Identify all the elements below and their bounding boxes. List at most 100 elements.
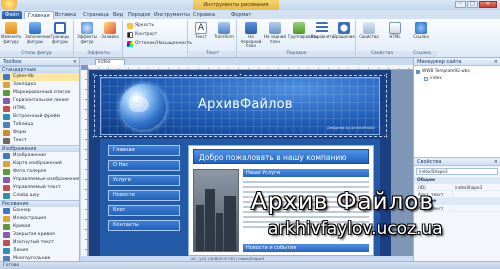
text-icon: A <box>195 22 207 34</box>
maximize-button[interactable]: □ <box>467 1 478 8</box>
minimize-button[interactable]: – <box>455 1 466 8</box>
tab-arrange[interactable]: Порядок <box>125 11 154 19</box>
tree-item-project[interactable]: WWB Template92.wbs <box>414 68 500 75</box>
site-menu-item[interactable]: Услуги <box>108 175 180 186</box>
toolbox-item[interactable]: Управляемый текст <box>0 184 79 192</box>
tab-format[interactable]: Формат <box>228 11 254 19</box>
transform-icon <box>218 22 230 34</box>
tool-icon <box>3 161 10 167</box>
site-header-banner[interactable]: АрхивФайлов Designed by ArchiveFailov <box>100 77 380 135</box>
bring-front-button[interactable]: На передний план <box>240 22 262 50</box>
toolbox-item[interactable]: Изогнутый текст <box>0 239 79 247</box>
toolbox-item-label: Баннер <box>13 208 31 213</box>
brightness-button[interactable]: Яркость <box>126 22 154 30</box>
toolbox-item[interactable]: Иллюстрация <box>0 215 79 223</box>
toolbox-item[interactable]: Форм <box>0 129 79 137</box>
rotate-button[interactable]: Вращение <box>333 22 355 50</box>
ribbon-tabs: Файл Главная Вставка Страница Вид Порядо… <box>0 10 500 19</box>
tab-page[interactable]: Страница <box>80 11 112 19</box>
text-button[interactable]: A Текст <box>191 22 211 50</box>
hue-saturation-button[interactable]: Оттенок/Насыщенность <box>126 40 192 48</box>
site-menu-item[interactable]: Блог <box>108 205 180 216</box>
contrast-button[interactable]: Контраст <box>126 31 157 39</box>
resize-handle[interactable] <box>92 73 95 76</box>
toolbox-item-label: Встроенный фрейм <box>13 114 61 119</box>
toolbox-item[interactable]: Карта изображений <box>0 160 79 168</box>
transform-button[interactable]: Transform <box>214 22 234 50</box>
toolbox-item-label: Управляемые изображения <box>13 177 80 182</box>
site-menu-item[interactable]: Новости <box>108 190 180 201</box>
resize-handle[interactable] <box>92 135 95 138</box>
tool-icon <box>3 185 10 191</box>
toolbox-category[interactable]: Рисование <box>0 200 79 207</box>
close-icon[interactable]: × <box>73 58 77 66</box>
shape-effects-button[interactable]: Эффекты фигур <box>77 22 97 50</box>
toolbox-category[interactable]: Стандартные <box>0 66 79 73</box>
send-back-button[interactable]: На задний план <box>264 22 286 50</box>
tab-view[interactable]: Вид <box>110 11 126 19</box>
shape-border-button[interactable]: Границы фигуры <box>50 22 70 50</box>
watermark-url: arkhivfaylov.ucoz.ua <box>268 219 443 239</box>
resize-handle[interactable] <box>385 135 388 138</box>
toolbox-item[interactable]: HTML <box>0 105 79 113</box>
close-icon[interactable]: × <box>494 158 498 166</box>
toolbox-item-label: HTML <box>13 106 26 111</box>
toolbox-item[interactable]: Управляемые изображения <box>0 176 79 184</box>
object-selector[interactable]: index/Shape3 <box>416 168 498 175</box>
tree-item-index[interactable]: index <box>414 75 500 82</box>
toolbox-item-label: Кривая <box>13 224 31 229</box>
link-button[interactable]: Ссылка <box>411 22 431 50</box>
toolbox-item[interactable]: Горизонтальная линия <box>0 97 79 105</box>
group-text: A Текст Transform Текст <box>189 20 237 57</box>
site-manager-title: Менеджер сайта × <box>414 58 500 66</box>
toolbox-item[interactable]: Кривая <box>0 223 79 231</box>
site-menu-item[interactable]: Контакты <box>108 220 180 231</box>
toolbox-item[interactable]: Слайд шоу <box>0 192 79 200</box>
vertical-ruler <box>81 70 88 256</box>
html-button[interactable]: HTML <box>385 22 405 50</box>
resize-handle[interactable] <box>239 73 242 76</box>
properties-section-general[interactable]: Общее <box>414 177 500 184</box>
tab-tools[interactable]: Инструменты <box>151 11 193 19</box>
toolbox-item[interactable]: Встроенный фрейм <box>0 113 79 121</box>
toolbox-item[interactable]: Изображение <box>0 152 79 160</box>
toolbox-item[interactable]: Закладка <box>0 81 79 89</box>
properties-icon <box>363 22 375 34</box>
group-button[interactable]: Группировать <box>288 22 318 50</box>
toolbox-item[interactable]: Баннер <box>0 207 79 215</box>
tool-icon <box>3 90 10 96</box>
close-button[interactable]: ✕ <box>479 1 497 8</box>
group-icon <box>293 22 305 34</box>
site-manager-tree: WWB Template92.wbs index <box>414 66 500 158</box>
resize-handle[interactable] <box>385 73 388 76</box>
site-menu-item[interactable]: О Нас <box>108 160 180 171</box>
toolbox-item[interactable]: Линия <box>0 247 79 255</box>
tool-icon <box>3 208 10 214</box>
tool-icon <box>3 82 10 88</box>
tab-insert[interactable]: Вставка <box>52 11 79 19</box>
toolbox-item[interactable]: Cyber-Ab <box>0 73 79 81</box>
tab-home[interactable]: Главная <box>24 11 54 19</box>
fill-button[interactable]: Заливка <box>100 22 120 50</box>
toolbox-item-label: Слайд шоу <box>13 193 40 198</box>
toolbox-item-label: Линия <box>13 248 29 253</box>
group-properties: Свойства HTML Ссылка Свойства Ссылка <box>357 20 437 57</box>
properties-button[interactable]: Свойства <box>359 22 379 50</box>
change-shape-button[interactable]: Изменить фигуру <box>1 22 22 50</box>
tab-file[interactable]: Файл <box>2 11 22 19</box>
app-menu-orb[interactable] <box>1 0 17 10</box>
toolbox-item[interactable]: Закрытая кривая <box>0 231 79 239</box>
tab-help[interactable]: Справка <box>190 11 218 19</box>
rotate-icon <box>338 22 350 34</box>
align-button[interactable]: Выровнять <box>311 22 334 50</box>
toolbox-item[interactable]: Текст <box>0 137 79 145</box>
tool-icon <box>3 138 10 144</box>
shape-fill-button[interactable]: Заполнение фигуры <box>25 22 50 50</box>
toolbox-item[interactable]: Маркированный список <box>0 89 79 97</box>
toolbox-item[interactable]: Фото галерея <box>0 168 79 176</box>
toolbox-category[interactable]: Изображения <box>0 145 79 152</box>
paint-bucket-icon <box>104 22 116 34</box>
toolbox-item[interactable]: Таблица <box>0 121 79 129</box>
close-icon[interactable]: × <box>494 58 498 66</box>
site-menu-item[interactable]: Главная <box>108 145 180 156</box>
